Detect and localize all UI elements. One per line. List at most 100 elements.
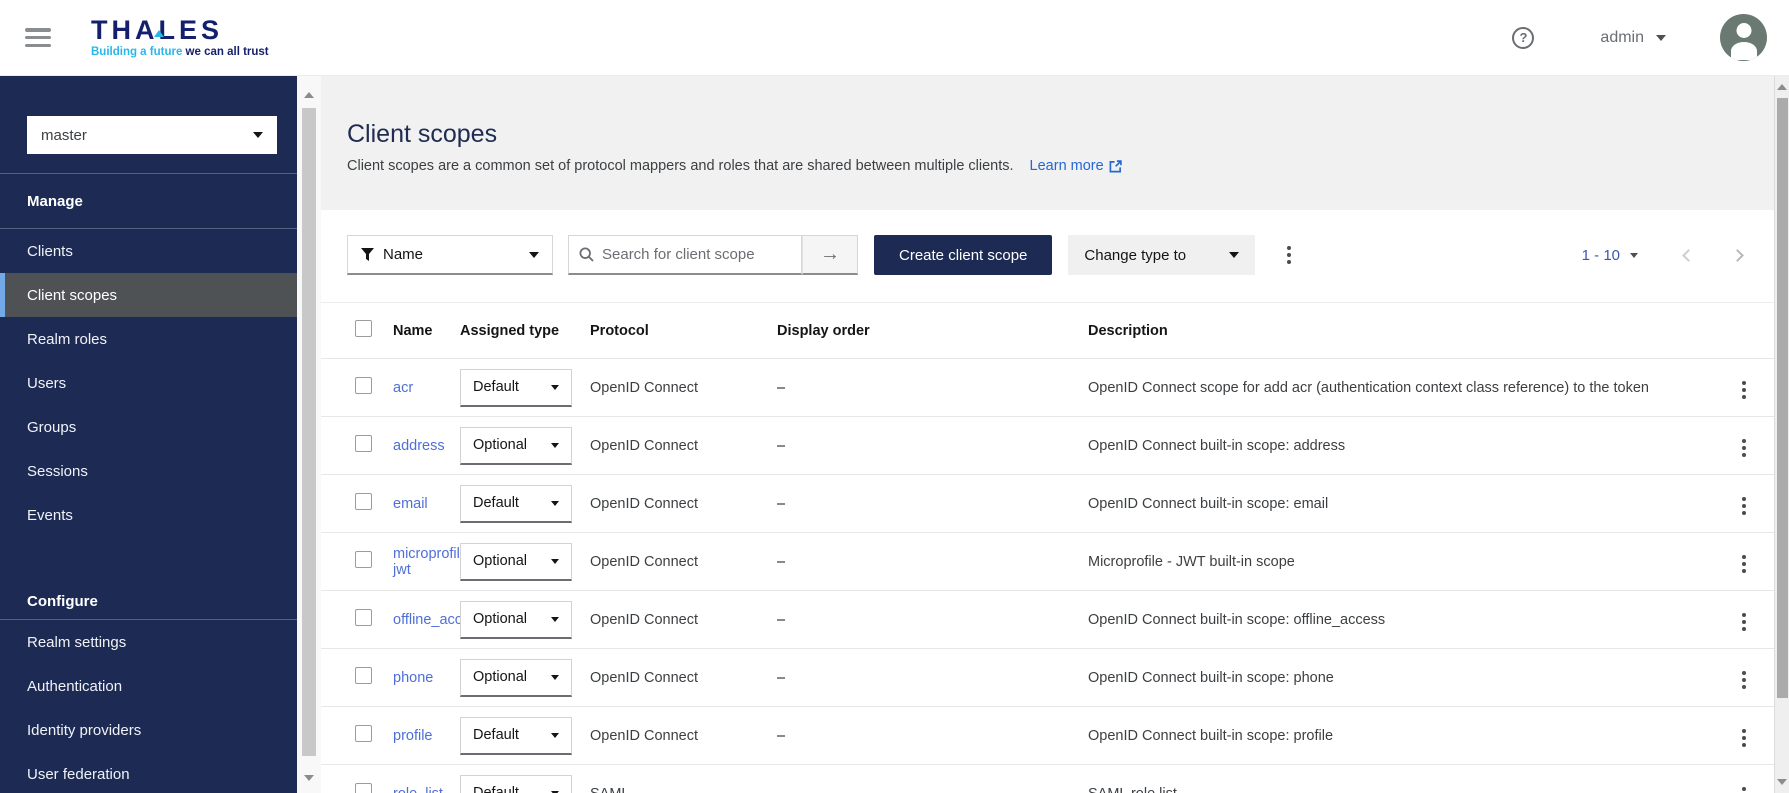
pagination-prev-button[interactable] <box>1682 249 1695 262</box>
assigned-type-dropdown[interactable]: Default <box>460 485 572 523</box>
assigned-type-value: Optional <box>473 553 527 569</box>
toolbar-kebab-menu[interactable] <box>1283 242 1295 268</box>
sidebar-item-label: Users <box>27 375 66 392</box>
row-kebab-menu[interactable] <box>1738 725 1750 751</box>
row-kebab-menu[interactable] <box>1738 667 1750 693</box>
learn-more-link[interactable]: Learn more <box>1030 158 1122 174</box>
row-checkbox[interactable] <box>355 725 372 742</box>
client-scopes-table: Name Assigned type Protocol Display orde… <box>321 302 1774 793</box>
protocol-cell: OpenID Connect <box>590 554 777 570</box>
sidebar-item[interactable]: Users <box>0 361 297 405</box>
row-checkbox[interactable] <box>355 493 372 510</box>
column-header-display-order: Display order <box>777 323 1088 339</box>
filter-type-dropdown[interactable]: Name <box>347 235 553 275</box>
row-checkbox[interactable] <box>355 783 372 793</box>
sidebar-item[interactable]: Groups <box>0 405 297 449</box>
sidebar-item[interactable]: Realm roles <box>0 317 297 361</box>
scope-name-link[interactable]: address <box>393 438 445 454</box>
row-kebab-menu[interactable] <box>1738 377 1750 403</box>
arrow-right-icon: → <box>820 243 840 266</box>
sidebar-item-label: Sessions <box>27 463 88 480</box>
chevron-down-icon <box>551 617 559 622</box>
sidebar-scrollbar-thumb[interactable] <box>302 108 316 756</box>
help-icon[interactable]: ? <box>1512 27 1534 49</box>
sidebar-item[interactable]: User federation <box>0 752 297 793</box>
change-type-dropdown[interactable]: Change type to <box>1068 235 1255 275</box>
pagination-range-dropdown[interactable]: 1 - 10 <box>1582 247 1638 264</box>
assigned-type-dropdown[interactable]: Optional <box>460 601 572 639</box>
sidebar-scrollbar[interactable] <box>297 76 321 793</box>
realm-selector[interactable]: master <box>27 116 277 154</box>
scope-name-link[interactable]: acr <box>393 380 413 396</box>
pagination: 1 - 10 <box>1582 247 1748 264</box>
sidebar-item-label: Identity providers <box>27 722 141 739</box>
search-input[interactable] <box>602 246 791 263</box>
main-scrollbar[interactable] <box>1774 76 1789 793</box>
row-checkbox[interactable] <box>355 609 372 626</box>
content-area: Client scopes Client scopes are a common… <box>321 76 1774 793</box>
sidebar-item-label: User federation <box>27 766 130 783</box>
main-scrollbar-thumb[interactable] <box>1777 98 1788 698</box>
scope-name-link[interactable]: role_list <box>393 786 443 793</box>
chevron-down-icon <box>551 443 559 448</box>
chevron-down-icon <box>1656 35 1666 41</box>
row-kebab-menu[interactable] <box>1738 551 1750 577</box>
chevron-down-icon <box>551 385 559 390</box>
chevron-down-icon <box>551 501 559 506</box>
filter-type-label: Name <box>383 246 423 263</box>
assigned-type-value: Default <box>473 727 519 743</box>
search-box <box>568 235 802 275</box>
row-kebab-menu[interactable] <box>1738 493 1750 519</box>
user-menu[interactable]: admin <box>1600 29 1666 47</box>
avatar[interactable] <box>1720 14 1767 61</box>
scroll-down-arrow-icon[interactable] <box>304 775 314 781</box>
assigned-type-value: Default <box>473 785 519 793</box>
scroll-up-arrow-icon[interactable] <box>1777 84 1787 90</box>
row-checkbox[interactable] <box>355 377 372 394</box>
row-checkbox[interactable] <box>355 551 372 568</box>
scope-name-link[interactable]: email <box>393 496 428 512</box>
sidebar-item[interactable]: Authentication <box>0 664 297 708</box>
select-all-checkbox[interactable] <box>355 320 372 337</box>
protocol-cell: OpenID Connect <box>590 612 777 628</box>
description-cell: OpenID Connect built-in scope: address <box>1088 438 1714 454</box>
sidebar-item-label: Authentication <box>27 678 122 695</box>
assigned-type-dropdown[interactable]: Default <box>460 717 572 755</box>
scope-name-link[interactable]: phone <box>393 670 433 686</box>
protocol-cell: OpenID Connect <box>590 496 777 512</box>
row-kebab-menu[interactable] <box>1738 435 1750 461</box>
assigned-type-dropdown[interactable]: Optional <box>460 659 572 697</box>
hamburger-menu-icon[interactable] <box>25 28 51 47</box>
assigned-type-dropdown[interactable]: Default <box>460 369 572 407</box>
search-submit-button[interactable]: → <box>802 235 858 275</box>
sidebar-item[interactable]: Client scopes <box>0 273 297 317</box>
table-header-row: Name Assigned type Protocol Display orde… <box>321 303 1774 359</box>
row-kebab-menu[interactable] <box>1738 783 1750 793</box>
assigned-type-dropdown[interactable]: Optional <box>460 543 572 581</box>
assigned-type-value: Default <box>473 495 519 511</box>
description-cell: SAML role list <box>1088 786 1714 793</box>
chevron-down-icon <box>529 252 539 258</box>
table-row: offline_access Optional OpenID Connect –… <box>321 591 1774 649</box>
create-client-scope-button[interactable]: Create client scope <box>874 235 1052 275</box>
user-name: admin <box>1600 29 1644 47</box>
sidebar-item[interactable]: Clients <box>0 229 297 273</box>
display-order-cell: – <box>777 554 1088 570</box>
scope-name-link[interactable]: profile <box>393 728 433 744</box>
sidebar-item[interactable]: Events <box>0 493 297 537</box>
sidebar-item[interactable]: Sessions <box>0 449 297 493</box>
topbar-right: ? admin <box>1512 14 1767 61</box>
display-order-cell: – <box>777 612 1088 628</box>
assigned-type-dropdown[interactable]: Optional <box>460 427 572 465</box>
row-kebab-menu[interactable] <box>1738 609 1750 635</box>
scroll-down-arrow-icon[interactable] <box>1777 779 1787 785</box>
pagination-next-button[interactable] <box>1731 249 1744 262</box>
scroll-up-arrow-icon[interactable] <box>304 92 314 98</box>
assigned-type-dropdown[interactable]: Default <box>460 775 572 793</box>
sidebar-item[interactable]: Identity providers <box>0 708 297 752</box>
row-checkbox[interactable] <box>355 435 372 452</box>
sidebar-item[interactable]: Realm settings <box>0 620 297 664</box>
row-checkbox[interactable] <box>355 667 372 684</box>
brand-name: THALES <box>91 17 269 44</box>
page-header: Client scopes Client scopes are a common… <box>321 76 1774 210</box>
